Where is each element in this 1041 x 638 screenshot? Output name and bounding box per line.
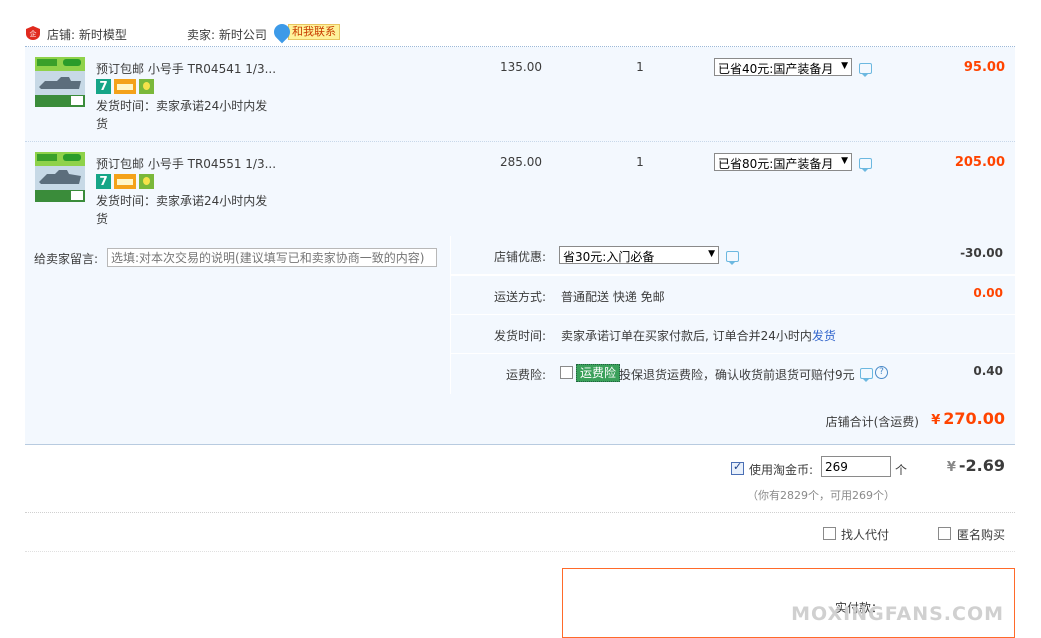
dropdown-arrow-icon: ▼: [708, 249, 715, 259]
seven-day-return-icon[interactable]: 7: [96, 79, 111, 94]
insurance-tag[interactable]: 运费险: [576, 364, 621, 382]
insurance-label: 运费险:: [505, 368, 546, 382]
dropdown-arrow-icon: ▼: [841, 156, 848, 166]
insurance-text: 投保退货运费险，确认收货前退货可赔付9元: [619, 368, 855, 382]
message-icon[interactable]: [859, 63, 872, 77]
proxy-pay-checkbox[interactable]: [823, 527, 836, 540]
shop-badge-icon: 企: [26, 26, 40, 40]
currency-symbol: ¥: [931, 413, 941, 428]
insurance-amount: 0.40: [973, 364, 1003, 378]
delivery-description: 卖家承诺订单在买家付款后, 订单合并24小时内: [561, 329, 812, 343]
unit-price: 285.00: [500, 155, 542, 169]
store-header: 企 店铺: 新时模型 卖家: 新时公司 和我联系: [25, 20, 1015, 47]
message-icon[interactable]: [859, 158, 872, 172]
delivery-text: 卖家承诺订单在买家付款后, 订单合并24小时内发货: [561, 327, 836, 344]
item-title-link[interactable]: 预订包邮 小号手 TR04551 1/3...: [96, 155, 286, 172]
item-subtotal: 95.00: [963, 60, 1005, 75]
shipping-label: 运送方式:: [493, 290, 546, 304]
seller-name: 卖家: 新时公司: [187, 28, 267, 42]
product-thumbnail[interactable]: [35, 57, 85, 107]
ship-time-text: 发货时间：卖家承诺24小时内发货: [96, 99, 268, 131]
coins-input[interactable]: [821, 456, 891, 477]
delivery-time-row: 发货时间: 卖家承诺订单在买家付款后, 订单合并24小时内发货: [451, 315, 1015, 353]
anonymous-label[interactable]: 匿名购买: [957, 526, 1005, 543]
quantity: 1: [636, 155, 644, 169]
discount-select-value: 已省80元:国产装备月: [718, 157, 834, 171]
help-icon[interactable]: ?: [875, 366, 888, 379]
coupon-select-value: 省30元:入门必备: [563, 250, 655, 264]
taobao-coins-row: 使用淘金币: 个 ¥-2.69 （你有2829个，可用269个）: [25, 446, 1015, 513]
item-subtotal: 205.00: [954, 155, 1005, 170]
coins-deduction: ¥ -2.69: [947, 456, 1005, 475]
use-coins-checkbox[interactable]: [731, 460, 744, 475]
quantity: 1: [636, 60, 644, 74]
shipping-amount: 0.00: [973, 286, 1003, 300]
message-icon[interactable]: [860, 368, 873, 382]
contact-seller-label: 和我联系: [288, 24, 340, 40]
coupon-amount: -30.00: [960, 246, 1003, 260]
watermark-text: MOXINGFANS.COM: [791, 603, 1004, 625]
product-thumbnail[interactable]: [35, 152, 85, 202]
store-total-bar: 店铺合计(含运费) ¥270.00: [25, 394, 1015, 445]
delivery-label: 发货时间:: [493, 329, 546, 343]
shipping-method: 普通配送 快递 免邮: [561, 290, 665, 304]
seven-day-return-icon[interactable]: 7: [96, 174, 111, 189]
store-total-label: 店铺合计(含运费): [825, 415, 919, 429]
store-name[interactable]: 店铺: 新时模型: [47, 26, 127, 43]
svg-text:企: 企: [30, 29, 37, 38]
shipping-insurance-row: 运费险: 运费险 投保退货运费险，确认收货前退货可赔付9元 ? 0.40: [451, 354, 1015, 394]
coins-balance-note: （你有2829个，可用269个）: [747, 489, 895, 502]
seller-message-label: 给卖家留言:: [34, 252, 99, 266]
discount-select[interactable]: 已省80元:国产装备月 ▼: [714, 153, 852, 171]
order-item-row: 预订包邮 小号手 TR04541 1/3... 7 发货时间：卖家承诺24小时内…: [25, 47, 1015, 141]
proxy-pay-label[interactable]: 找人代付: [841, 526, 889, 543]
credit-card-icon[interactable]: [114, 79, 136, 94]
currency-symbol: ¥: [946, 460, 956, 475]
order-item-row: 预订包邮 小号手 TR04551 1/3... 7 发货时间：卖家承诺24小时内…: [25, 141, 1015, 236]
order-summary-panel: 店铺优惠: 省30元:入门必备 ▼ -30.00 运送方式: 普通配送 快递 免…: [451, 236, 1015, 394]
contact-seller-button[interactable]: 和我联系: [270, 20, 340, 44]
discount-select[interactable]: 已省40元:国产装备月 ▼: [714, 58, 852, 76]
guarantee-icon[interactable]: [139, 174, 154, 189]
coins-deduction-value: -2.69: [958, 456, 1005, 475]
payment-summary-box: 实付款： MOXINGFANS.COM: [562, 568, 1015, 638]
seller-message-panel: 给卖家留言:: [25, 236, 450, 394]
store-total-value: 270.00: [943, 409, 1005, 428]
use-coins-label: 使用淘金币:: [749, 463, 814, 477]
message-icon[interactable]: [726, 251, 739, 265]
coins-unit: 个: [895, 463, 908, 477]
insurance-checkbox[interactable]: [560, 366, 573, 379]
store-total-amount: ¥270.00: [931, 409, 1005, 428]
credit-card-icon[interactable]: [114, 174, 136, 189]
unit-price: 135.00: [500, 60, 542, 74]
guarantee-icon[interactable]: [139, 79, 154, 94]
anonymous-checkbox[interactable]: [938, 527, 951, 540]
shipping-row: 运送方式: 普通配送 快递 免邮 0.00: [451, 276, 1015, 314]
checkout-options-row: 找人代付 匿名购买: [25, 513, 1015, 552]
dropdown-arrow-icon: ▼: [841, 61, 848, 71]
service-badges: 7: [96, 174, 154, 189]
discount-select-value: 已省40元:国产装备月: [718, 62, 834, 76]
coupon-label: 店铺优惠:: [493, 250, 546, 264]
ship-time-text: 发货时间：卖家承诺24小时内发货: [96, 194, 268, 226]
shop-coupon-row: 店铺优惠: 省30元:入门必备 ▼ -30.00: [451, 236, 1015, 274]
item-title-link[interactable]: 预订包邮 小号手 TR04541 1/3...: [96, 60, 286, 77]
delivery-link[interactable]: 发货: [812, 329, 836, 343]
seller-message-input[interactable]: [107, 248, 437, 267]
service-badges: 7: [96, 79, 154, 94]
coupon-select[interactable]: 省30元:入门必备 ▼: [559, 246, 719, 264]
